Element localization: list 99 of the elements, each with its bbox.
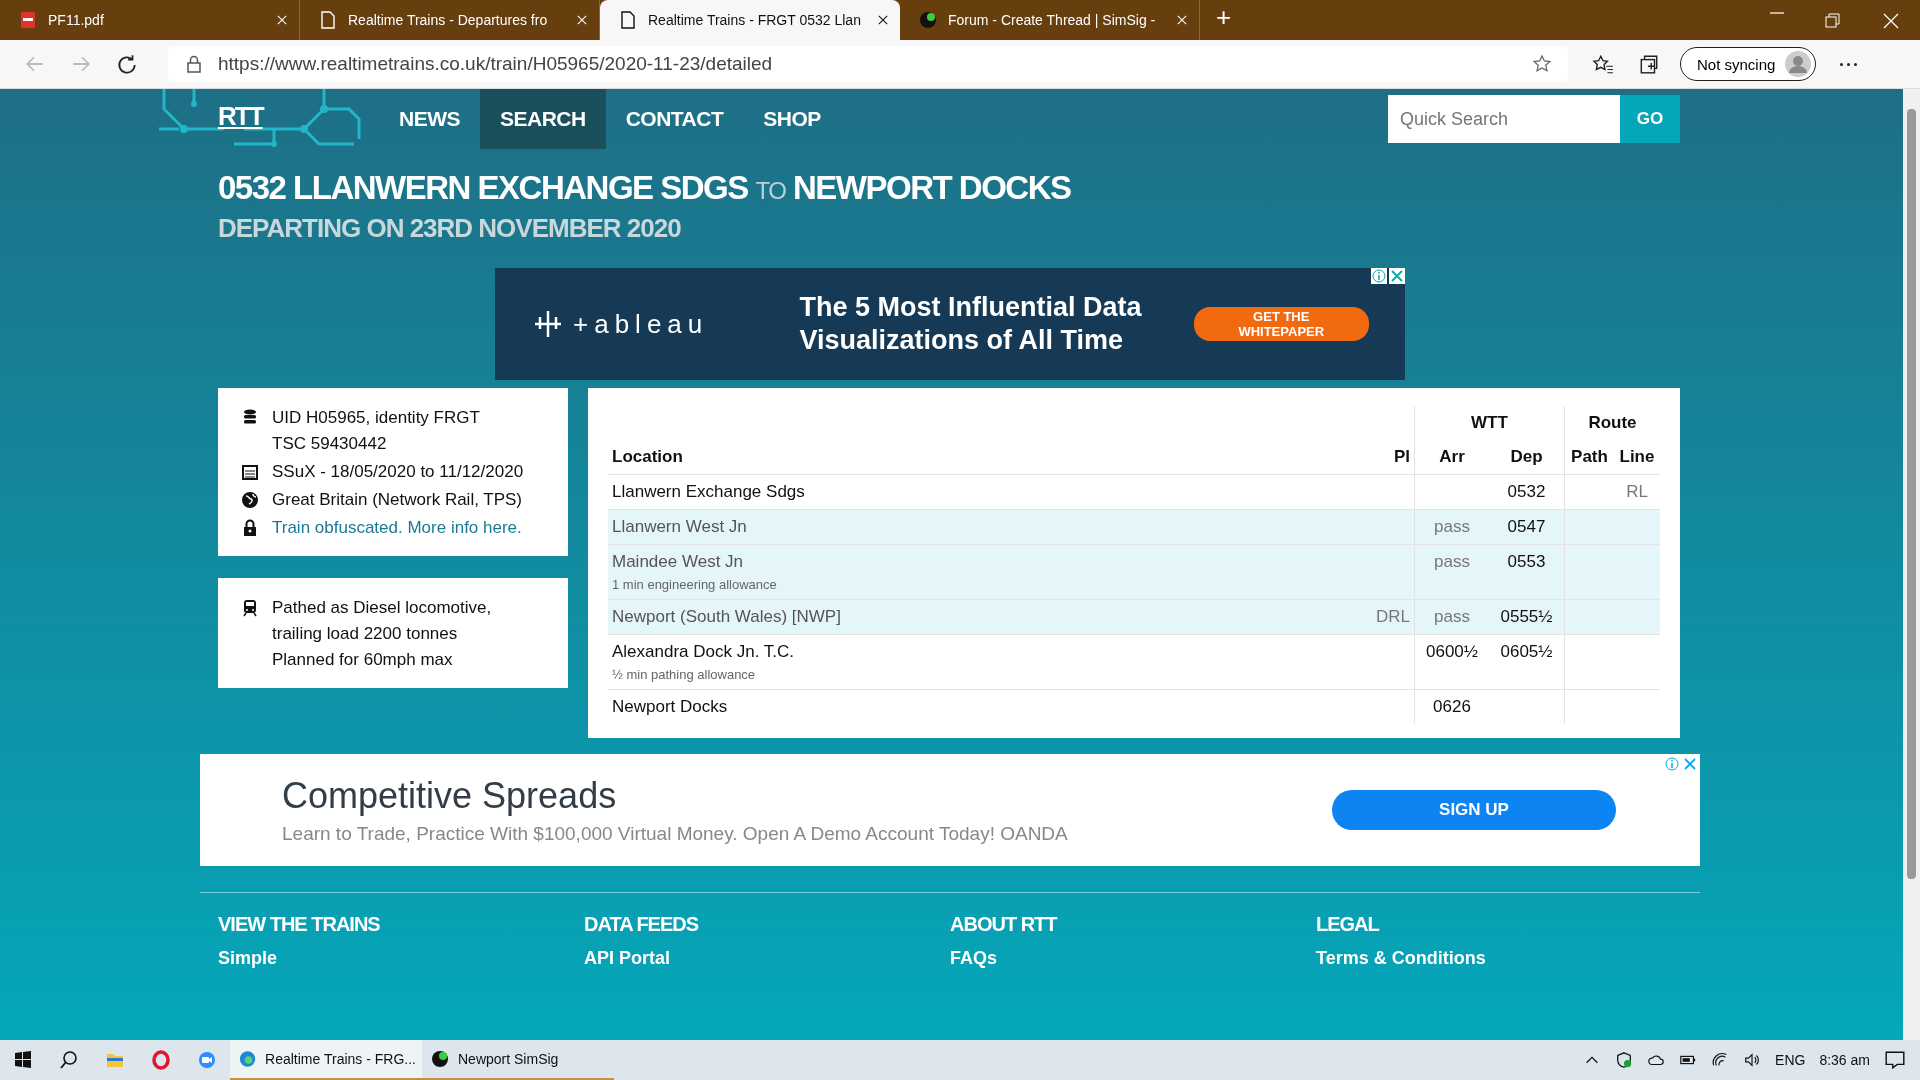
info-link[interactable]: Train obfuscated. More info here. <box>272 518 522 538</box>
taskbar-app[interactable]: Realtime Trains - FRG... <box>230 1040 422 1080</box>
new-tab-button[interactable]: + <box>1210 1 1238 34</box>
pdf-icon <box>18 10 38 30</box>
arrival-time: 0626 <box>1433 697 1471 716</box>
page-title: 0532 LLANWERN EXCHANGE SDGS TO NEWPORT DOCKS <box>218 169 1072 207</box>
info-text: UID H05965, identity FRGT <box>272 408 480 428</box>
location-text: Llanwern West Jn <box>612 517 747 536</box>
clock[interactable]: 8:36 am <box>1819 1052 1870 1068</box>
departure-time: 0532 <box>1507 482 1546 501</box>
info-icon <box>1664 756 1680 772</box>
ad-headline: Competitive Spreads <box>282 775 618 817</box>
browser-icon <box>238 1049 258 1069</box>
footer-heading: VIEW THE TRAINS <box>218 913 381 936</box>
app-icon <box>430 1049 450 1069</box>
column-header: Path <box>1564 440 1614 474</box>
column-group-header: Route <box>1564 406 1660 440</box>
close-icon <box>1389 268 1405 284</box>
ad-headline: The 5 Most Influential Data Visualizations of All Time <box>799 291 1143 357</box>
column-header: Line <box>1618 446 1656 468</box>
collections-icon <box>1638 53 1660 75</box>
train-icon <box>240 598 260 618</box>
ad-text: Learn to Trade, Practice With $100,000 Virtual Money. Open A Demo Account Today! OANDA <box>282 823 1068 845</box>
arrival-time: pass <box>1434 552 1470 571</box>
footer-heading: ABOUT RTT <box>950 913 1059 936</box>
close-icon <box>1882 12 1900 30</box>
scrollbar[interactable] <box>1903 89 1920 1040</box>
arrival-time: pass <box>1434 517 1470 536</box>
info-text: Great Britain (Network Rail, TPS) <box>272 490 523 510</box>
close-icon <box>1682 756 1698 772</box>
column-header: Location <box>611 446 684 468</box>
volume-icon <box>1743 1051 1762 1069</box>
nav-link[interactable]: SEARCH <box>480 89 606 149</box>
footer-heading: DATA FEEDS <box>584 913 700 936</box>
search-icon <box>59 1050 79 1070</box>
profile-button[interactable]: Not syncing <box>1680 47 1817 81</box>
favorites-icon <box>1592 53 1614 75</box>
close-icon <box>876 13 890 27</box>
location-text: Newport Docks <box>612 697 728 716</box>
location-text: Llanwern Exchange Sdgs <box>612 482 805 501</box>
location-text: Newport (South Wales) [NWP] <box>612 607 841 626</box>
traction-text: Planned for 60mph max <box>272 650 454 670</box>
traction-text: trailing load 2200 tonnes <box>272 624 459 644</box>
calendar-icon <box>240 462 260 482</box>
departure-time: 0605½ <box>1500 642 1553 661</box>
close-icon <box>275 13 289 27</box>
close-icon <box>1175 13 1189 27</box>
more-icon <box>1840 62 1858 66</box>
departure-time: 0555½ <box>1500 607 1553 626</box>
column-group-header: WTT <box>1414 406 1564 440</box>
shield-icon <box>1615 1051 1634 1069</box>
taskbar-app[interactable]: Newport SimSig <box>422 1040 614 1080</box>
address-bar[interactable]: https://www.realtimetrains.co.uk/train/H05965/2020-11-23/detailed <box>168 46 1568 82</box>
url-text: https://www.realtimetrains.co.uk/train/H05965/2020-11-23/detailed <box>218 53 774 75</box>
traction-text: Pathed as Diesel locomotive, <box>272 598 492 618</box>
forum-icon <box>918 10 938 30</box>
browser-tab[interactable]: Realtime Trains - FRGT 0532 Llan <box>600 0 900 40</box>
lock-icon <box>184 54 204 74</box>
arrival-time: 0600½ <box>1426 642 1478 661</box>
notifications-icon <box>1884 1049 1906 1071</box>
arrival-time: pass <box>1434 607 1470 626</box>
page-subtitle: DEPARTING ON 23RD NOVEMBER 2020 <box>218 213 682 244</box>
avatar-icon <box>1785 51 1812 77</box>
language-indicator[interactable]: ENG <box>1775 1052 1806 1068</box>
cross-icon <box>533 309 563 339</box>
video-icon <box>197 1050 217 1070</box>
nav-link[interactable]: CONTACT <box>605 89 744 149</box>
ad-logo: +ableau <box>573 308 709 340</box>
sign-up-button[interactable]: SIGN UP <box>1332 790 1616 830</box>
column-header: Arr <box>1414 440 1489 474</box>
footer-heading: LEGAL <box>1316 913 1380 936</box>
restore-icon <box>1824 12 1842 30</box>
info-icon <box>1371 268 1387 284</box>
minimize-icon <box>1770 12 1784 14</box>
column-header: Dep <box>1509 446 1544 468</box>
line-text: RL <box>1626 482 1648 501</box>
site-logo[interactable]: RTT <box>218 101 263 132</box>
ad-banner[interactable]: +ableau The 5 Most Influential Data Visualizations of All Time GET THE WHITEPAPER <box>495 268 1405 380</box>
start-icon <box>13 1050 33 1070</box>
info-text: SSuX - 18/05/2020 to 11/12/2020 <box>272 462 524 482</box>
page-icon <box>618 10 638 30</box>
reload-icon <box>116 53 138 75</box>
location-text: Alexandra Dock Jn. T.C. <box>612 642 795 661</box>
platform-text: DRL <box>1376 607 1410 626</box>
ad-banner[interactable]: Competitive Spreads Learn to Trade, Practice With $100,000 Virtual Money. Open A Demo Account Today! OANDA SIGN UP <box>200 754 1700 866</box>
nav-link[interactable]: NEWS <box>379 89 480 149</box>
close-icon <box>575 13 589 27</box>
search-field[interactable]: Quick Search <box>1388 95 1620 143</box>
note-text: ½ min pathing allowance <box>612 667 757 682</box>
favorite-icon <box>1532 54 1552 74</box>
departure-time: 0547 <box>1507 517 1546 536</box>
location-text: Maindee West Jn <box>612 552 744 571</box>
departure-time: 0553 <box>1507 552 1546 571</box>
page-icon <box>318 10 338 30</box>
column-header: Pl <box>1392 446 1411 468</box>
opera-icon <box>151 1050 171 1070</box>
note-text: 1 min engineering allowance <box>612 577 778 592</box>
nav-link[interactable]: SHOP <box>743 89 841 149</box>
info-text: TSC 59430442 <box>272 434 388 454</box>
